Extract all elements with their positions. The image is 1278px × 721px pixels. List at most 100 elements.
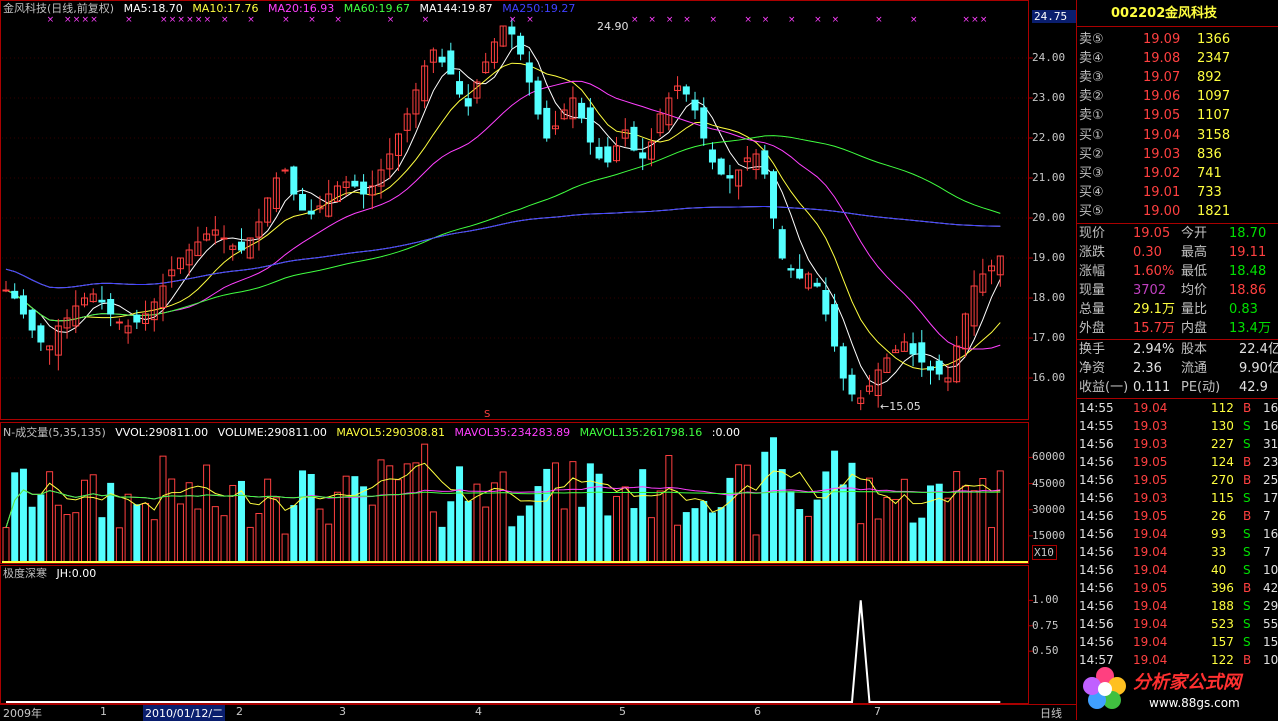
volume-bar [996, 470, 1004, 563]
candle-body [220, 237, 228, 240]
volume-bar [394, 479, 402, 563]
signal-x-marker: × [709, 15, 717, 25]
tick-count: 16 [1263, 401, 1278, 415]
tick-price: 19.04 [1133, 401, 1168, 415]
bid-row: 买③ 19.02 741 [1077, 164, 1278, 183]
volume-bar [761, 451, 769, 563]
price-tick-label: 17.00 [1032, 331, 1066, 344]
stat-value: 1.60% [1133, 264, 1175, 279]
kline-chart[interactable]: × × × × × × × × × × × × × × × × × × × × × × × × × × × × × × × × × × × × [0, 0, 1076, 720]
volume-bar [883, 496, 891, 563]
finance-value: 9.90亿 [1239, 361, 1278, 376]
ma250-line [5, 205, 1001, 289]
finance-value: 2.94% [1133, 342, 1175, 357]
finance-row: 换手 2.94% 股本 22.4亿 [1077, 340, 1278, 359]
candle-body [299, 194, 307, 211]
ma60-line [5, 135, 1001, 322]
stat-label: 涨跌 [1079, 245, 1106, 260]
stat-value: 3702 [1133, 283, 1167, 298]
tick-count: 55 [1263, 617, 1278, 631]
volume-bar [918, 517, 926, 563]
stat-row: 现价 19.05 今开 18.70 [1077, 224, 1278, 243]
x-cursor-date[interactable]: 2010/01/12/二 [143, 705, 226, 721]
candle-body [447, 50, 455, 75]
period-label[interactable]: 日线 [1040, 705, 1062, 721]
indicator-tick-label: 0.75 [1032, 618, 1059, 632]
candle-body [360, 181, 368, 195]
tick-time: 14:56 [1079, 617, 1114, 631]
signal-x-marker: × [762, 15, 770, 25]
signal-x-marker: × [971, 15, 979, 25]
volume-bar [386, 465, 394, 563]
volume-bar [517, 515, 525, 563]
volume-bar [682, 512, 690, 563]
volume-bar [351, 476, 359, 563]
candle-body [578, 102, 586, 119]
volume-bar [11, 472, 19, 563]
tick-count: 7 [1263, 545, 1271, 559]
tick-price: 19.04 [1133, 599, 1168, 613]
stat-label: 内盘 [1181, 321, 1208, 336]
volume-extra-label: :0.00 [711, 426, 740, 439]
candle-body [822, 290, 830, 315]
stat-value: 19.05 [1133, 226, 1171, 241]
candle-body [787, 268, 795, 271]
candle-body [682, 86, 690, 95]
volume-bar [909, 522, 917, 563]
stat-label: 外盘 [1079, 321, 1106, 336]
jh-value: JH:0.00 [56, 567, 97, 580]
volume-bar [255, 513, 263, 563]
tick-row: 14:56 19.05 396 B 42 [1077, 579, 1278, 598]
bid-price: 19.03 [1143, 147, 1181, 162]
stat-value: 0.83 [1229, 302, 1258, 317]
watermark: 分析家公式网 www.88gs.com [1077, 664, 1278, 720]
volume-bar [674, 524, 682, 563]
candle-body [237, 241, 245, 251]
candle-body [639, 152, 647, 159]
window-title: 金风科技(日线,前复权) [3, 2, 115, 15]
volume-bar [229, 484, 237, 563]
volume-bar [578, 506, 586, 563]
volume-bars [2, 437, 1004, 563]
stat-label: 总量 [1079, 302, 1106, 317]
tick-side: B [1243, 455, 1252, 469]
tick-price: 19.05 [1133, 455, 1168, 469]
tick-count: 15 [1263, 635, 1278, 649]
bid-volume: 733 [1197, 185, 1222, 200]
tick-side: B [1243, 473, 1252, 487]
tick-count: 31 [1263, 437, 1278, 451]
finance-label: 收益(一) [1079, 380, 1129, 395]
volume-bar [499, 471, 507, 563]
candle-body [770, 171, 778, 219]
volume-bar [961, 485, 969, 563]
volume-bar [743, 464, 751, 563]
bid-price: 19.02 [1143, 166, 1181, 181]
tick-time: 14:55 [1079, 401, 1114, 415]
bid-label: 买① [1079, 128, 1104, 143]
tick-volume: 188 [1211, 599, 1234, 613]
volume-indicator-name: N-成交量(5,35,135) [3, 426, 106, 439]
tick-price: 19.05 [1133, 473, 1168, 487]
volume-tick-label: 45000 [1032, 476, 1066, 490]
stat-label: 今开 [1181, 226, 1208, 241]
tick-volume: 40 [1211, 563, 1227, 577]
signal-x-marker: × [814, 15, 822, 25]
candle-body [98, 299, 106, 303]
tick-volume: 93 [1211, 527, 1227, 541]
finance-label: 流通 [1181, 361, 1208, 376]
stat-label: 最低 [1181, 264, 1208, 279]
x-label-month-3: 3 [339, 705, 346, 718]
tick-side: S [1243, 545, 1251, 559]
tick-count: 17 [1263, 491, 1278, 505]
tick-row: 14:56 19.04 33 S 7 [1077, 543, 1278, 562]
volume-bar [953, 471, 961, 563]
mavol135-label: MAVOL135:261798.16 [579, 426, 703, 439]
signal-x-marker: × [631, 15, 639, 25]
candle-body [37, 325, 45, 343]
volume-bar [604, 515, 612, 563]
stat-row: 涨跌 0.30 最高 19.11 [1077, 243, 1278, 262]
volume-bar [98, 517, 106, 563]
volume-bar [220, 515, 228, 563]
ask-label: 卖③ [1079, 70, 1104, 85]
bid-label: 买⑤ [1079, 204, 1104, 219]
